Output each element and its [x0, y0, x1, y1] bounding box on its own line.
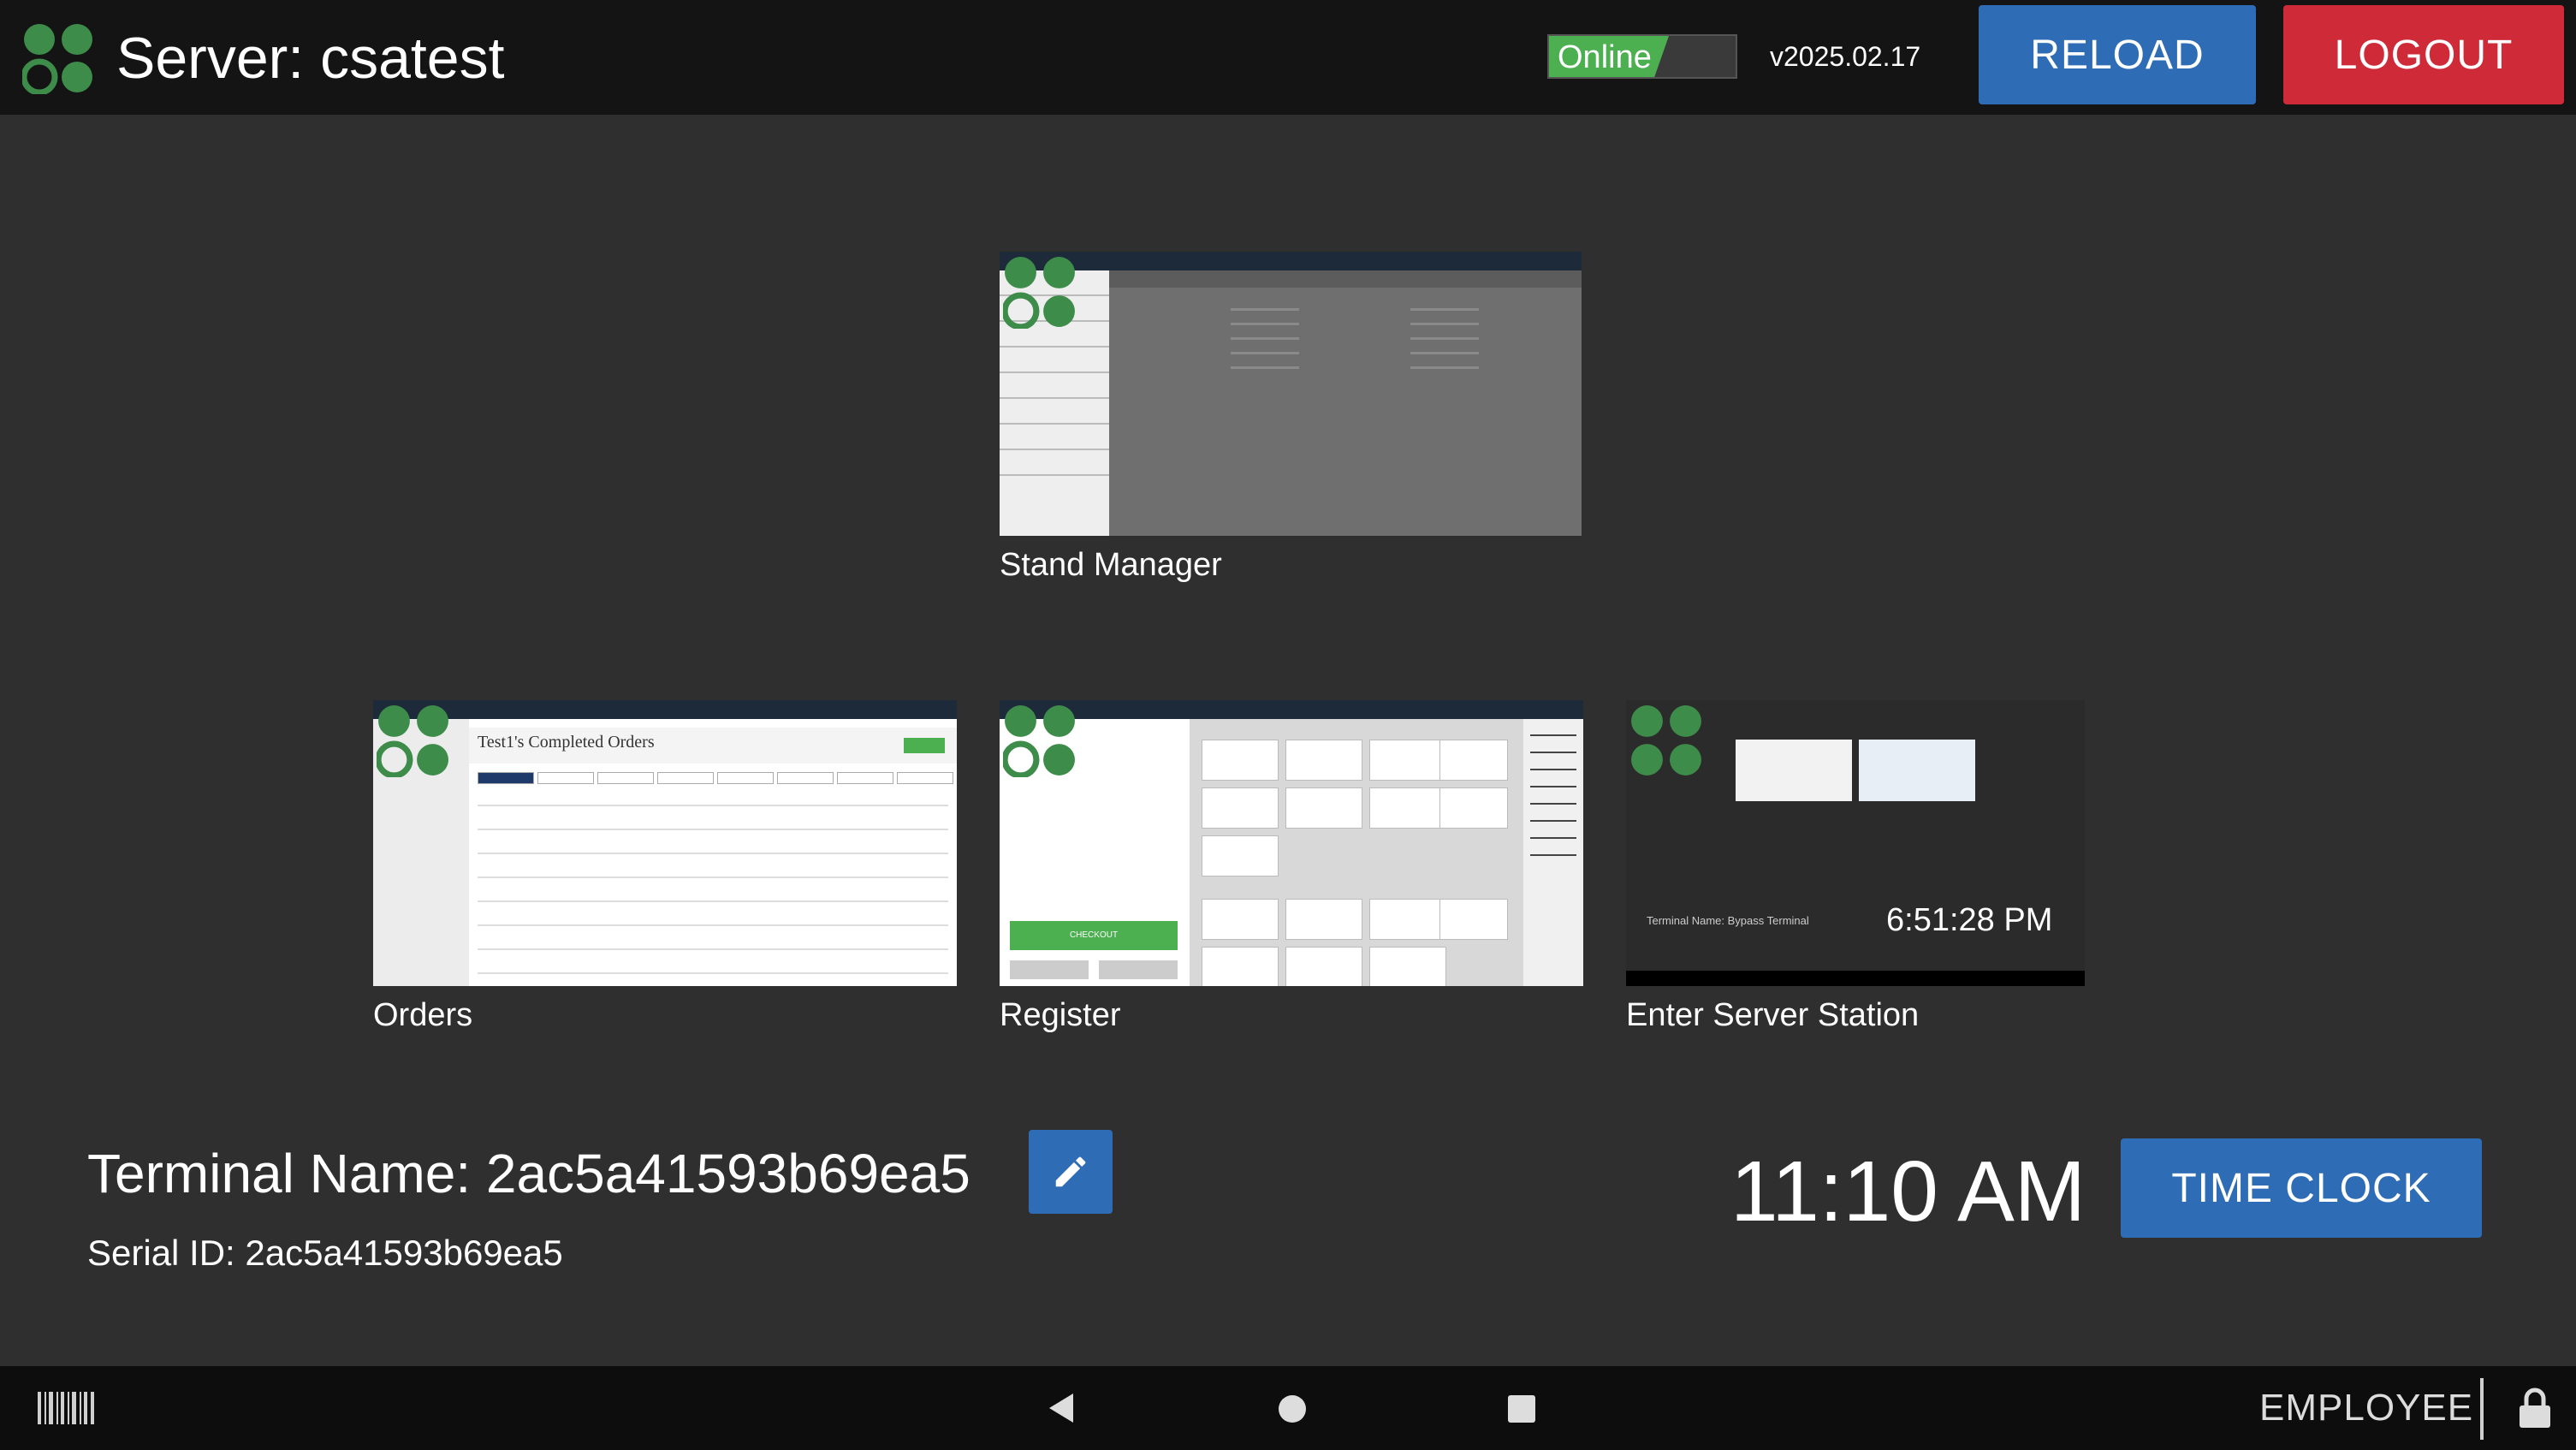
clover-logo-icon: [377, 705, 448, 777]
clover-logo-icon: [1003, 257, 1075, 329]
thumb-time: 6:51:28 PM: [1886, 902, 2053, 938]
app-tile-stand-manager[interactable]: Stand Manager: [1000, 252, 1582, 585]
pencil-icon: [1055, 1156, 1086, 1187]
thumb-navbar: [1626, 971, 2085, 986]
thumb-table-header: [1109, 270, 1582, 288]
tile-label: Register: [1000, 997, 1121, 1033]
stand-manager-thumbnail[interactable]: [1000, 252, 1582, 536]
thumb-terminal-text: Terminal Name: Bypass Terminal: [1647, 914, 1809, 927]
orders-thumbnail[interactable]: Test1's Completed Orders: [373, 700, 957, 986]
thumb-topbar: [373, 700, 957, 719]
system-nav-bar: EMPLOYEE: [0, 1366, 2576, 1450]
thumb-screenshot: [1859, 740, 1975, 801]
barcode-icon[interactable]: [38, 1392, 94, 1424]
tile-label: Orders: [373, 997, 473, 1033]
thumb-checkout: CHECKOUT: [1010, 921, 1178, 950]
app-tile-orders[interactable]: Test1's Completed Orders Orders: [373, 700, 957, 1036]
clover-logo-icon: [22, 24, 92, 94]
thumb-column: [1214, 296, 1316, 381]
thumb-topbar: [1000, 252, 1582, 270]
app-tile-server-station[interactable]: Terminal Name: Bypass Terminal 6:51:28 P…: [1626, 700, 2085, 1036]
version-label: v2025.02.17: [1770, 41, 1921, 72]
server-title: Server: csatest: [116, 26, 505, 91]
recent-square-icon[interactable]: [1508, 1395, 1535, 1423]
register-thumbnail[interactable]: CHECKOUT: [1000, 700, 1583, 986]
thumb-screenshot: [1736, 740, 1852, 801]
reload-button[interactable]: RELOAD: [1979, 5, 2256, 104]
status-text: Online: [1558, 39, 1652, 75]
status-indicator: Online: [1547, 34, 1737, 79]
home-circle-icon[interactable]: [1279, 1395, 1306, 1423]
employee-mode-label[interactable]: EMPLOYEE: [2259, 1387, 2473, 1429]
logout-button[interactable]: LOGOUT: [2283, 5, 2564, 104]
thumb-main: Test1's Completed Orders: [469, 719, 957, 986]
tile-label: Stand Manager: [1000, 547, 1222, 583]
top-bar: Server: csatest Online v2025.02.17 RELOA…: [0, 0, 2576, 115]
thumb-column: [1393, 296, 1496, 381]
back-triangle-icon[interactable]: [1046, 1392, 1078, 1424]
app-tile-register[interactable]: CHECKOUT Register: [1000, 700, 1583, 1036]
current-time: 11:10 AM: [1730, 1144, 2086, 1239]
serial-id: Serial ID: 2ac5a41593b69ea5: [87, 1233, 563, 1273]
thumb-topbar: [1000, 700, 1583, 719]
thumb-categories: [1523, 719, 1583, 986]
edit-terminal-name-button[interactable]: [1029, 1130, 1113, 1214]
server-station-thumbnail[interactable]: Terminal Name: Bypass Terminal 6:51:28 P…: [1626, 700, 2085, 986]
nav-divider: [2480, 1378, 2484, 1440]
tile-label: Enter Server Station: [1626, 997, 1920, 1033]
clover-logo-icon: [1631, 705, 1701, 776]
thumb-title: Test1's Completed Orders: [478, 733, 655, 752]
clover-logo-icon: [1003, 705, 1075, 777]
lock-icon[interactable]: [2518, 1387, 2552, 1429]
time-clock-button[interactable]: TIME CLOCK: [2121, 1138, 2482, 1238]
terminal-name: Terminal Name: 2ac5a41593b69ea5: [87, 1143, 970, 1204]
